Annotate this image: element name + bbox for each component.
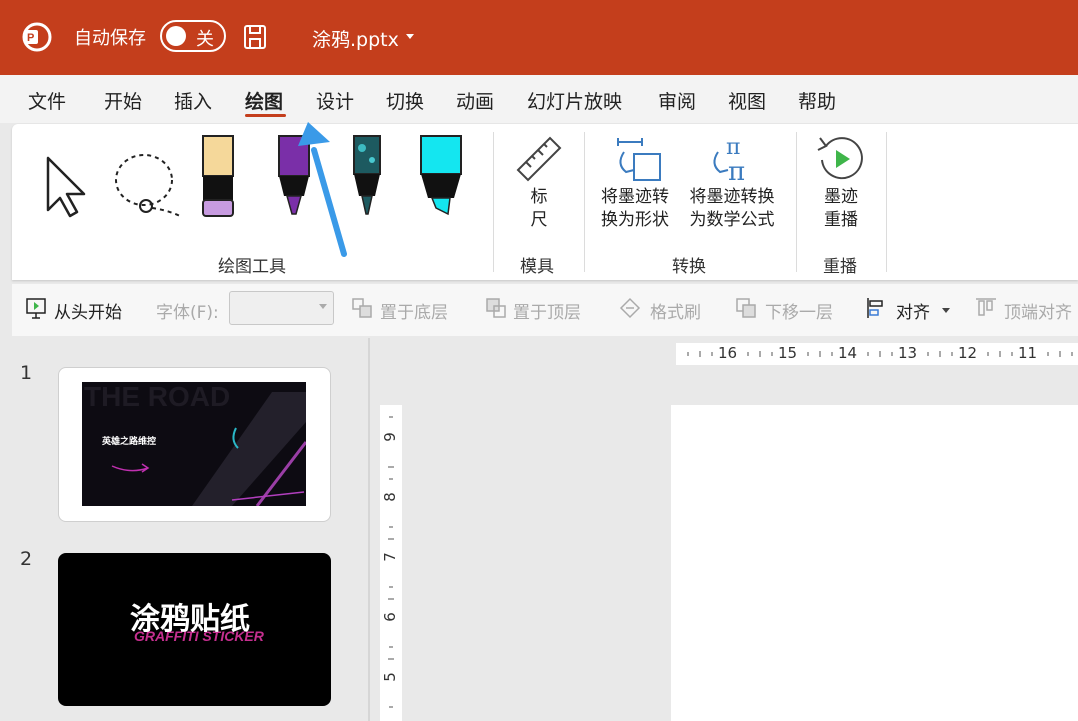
align-top-button[interactable]: 顶端对齐 (1004, 298, 1072, 323)
present-from-start-icon[interactable] (24, 296, 48, 320)
toggle-state-label: 关 (196, 29, 214, 50)
vertical-ruler: 9 8 7 6 5 (380, 405, 402, 721)
align-icon[interactable] (864, 296, 888, 320)
align-button[interactable]: 对齐 (896, 298, 930, 323)
send-to-back-button[interactable]: 置于底层 (380, 298, 448, 323)
format-painter-icon[interactable] (618, 296, 642, 320)
powerpoint-app-icon: P (22, 22, 52, 52)
slide-number: 2 (20, 548, 33, 570)
ink-replay-label[interactable]: 墨迹 重播 (818, 186, 864, 232)
slide-2-preview: GRAFFITI STICKER 涂鸦贴纸 (130, 602, 265, 644)
ruler-number: 16 (718, 344, 738, 362)
send-backward-icon[interactable] (734, 296, 758, 320)
autosave-toggle[interactable]: 关 (160, 20, 226, 52)
font-combobox[interactable] (229, 291, 334, 325)
quick-access-toolbar: 从头开始 字体(F): 置于底层 置于顶层 格式刷 下移一层 对齐 顶端对齐 (12, 284, 1078, 336)
toggle-knob (166, 26, 186, 46)
ruler-icon[interactable] (514, 134, 564, 184)
bring-to-front-icon[interactable] (484, 296, 508, 320)
ribbon-tab-bar: 文件 开始 插入 绘图 设计 切换 动画 幻灯片放映 审阅 视图 帮助 (0, 75, 1078, 123)
group-separator (886, 132, 887, 272)
ruler-number: 15 (778, 344, 798, 362)
tab-help[interactable]: 帮助 (798, 87, 836, 114)
slide-1-preview: THE ROAD 英雄之路维控 (82, 382, 306, 506)
tab-draw[interactable]: 绘图 (245, 87, 283, 114)
document-filename[interactable]: 涂鸦.pptx (312, 25, 399, 52)
draw-ribbon: 绘图工具 标 尺 模具 将墨迹转 换为形状 π π 将墨迹转换 为数学公式 转换… (12, 124, 1078, 280)
lasso-select-icon[interactable] (112, 150, 184, 222)
svg-text:THE ROAD: THE ROAD (84, 382, 230, 412)
group-separator (584, 132, 585, 272)
pen-light-purple-icon[interactable] (200, 134, 236, 218)
group-separator (493, 132, 494, 272)
ruler-number: 12 (958, 344, 978, 362)
highlighter-cyan-icon[interactable] (416, 134, 466, 218)
group-separator (796, 132, 797, 272)
ink-to-shape-icon[interactable] (612, 134, 664, 184)
svg-text:π: π (728, 157, 745, 184)
ruler-number: 5 (380, 672, 399, 682)
horizontal-ruler: 16 15 14 13 12 11 (676, 343, 1078, 365)
title-bar: P 自动保存 关 涂鸦.pptx (0, 0, 1078, 75)
tab-view[interactable]: 视图 (728, 87, 766, 114)
ruler-label[interactable]: 标 尺 (522, 186, 556, 232)
slide-thumbnail-1[interactable]: THE ROAD 英雄之路维控 (58, 367, 331, 522)
ruler-number: 14 (838, 344, 858, 362)
tab-slide-show[interactable]: 幻灯片放映 (527, 87, 622, 114)
align-top-icon[interactable] (974, 296, 998, 320)
svg-text:P: P (27, 32, 34, 44)
tab-insert[interactable]: 插入 (174, 87, 212, 114)
ink-to-math-icon[interactable]: π π (704, 134, 756, 184)
ink-to-math-label[interactable]: 将墨迹转换 为数学公式 (682, 186, 782, 232)
active-tab-indicator (245, 114, 286, 117)
tab-design[interactable]: 设计 (316, 87, 354, 114)
chevron-down-icon[interactable] (942, 308, 950, 313)
chevron-down-icon[interactable] (406, 34, 414, 39)
ruler-number: 7 (380, 552, 399, 562)
tab-review[interactable]: 审阅 (658, 87, 696, 114)
slide-2-title: 涂鸦贴纸 (130, 602, 250, 637)
bring-to-front-button[interactable]: 置于顶层 (513, 298, 581, 323)
tab-animations[interactable]: 动画 (456, 87, 494, 114)
group-label-convert: 转换 (672, 257, 706, 277)
slide-1-title: 英雄之路维控 (101, 435, 156, 447)
tab-home[interactable]: 开始 (104, 87, 142, 114)
slide-canvas[interactable] (671, 405, 1078, 721)
group-label-replay: 重播 (823, 257, 857, 277)
ink-to-shape-label[interactable]: 将墨迹转 换为形状 (594, 186, 676, 232)
present-from-start-button[interactable]: 从头开始 (54, 298, 122, 323)
group-label-stencils: 模具 (520, 257, 554, 277)
format-painter-button[interactable]: 格式刷 (650, 298, 701, 323)
ruler-number: 13 (898, 344, 918, 362)
ruler-number: 11 (1018, 344, 1038, 362)
send-backward-button[interactable]: 下移一层 (765, 298, 833, 323)
slide-thumbnail-2[interactable]: GRAFFITI STICKER 涂鸦贴纸 (58, 553, 331, 706)
ink-replay-icon[interactable] (816, 134, 866, 184)
font-label: 字体(F): (156, 303, 219, 323)
ruler-number: 8 (380, 492, 399, 502)
ruler-number: 6 (380, 612, 399, 622)
tab-transitions[interactable]: 切换 (386, 87, 424, 114)
slide-number: 1 (20, 362, 33, 384)
autosave-label: 自动保存 (74, 28, 146, 49)
group-label-drawing-tools: 绘图工具 (218, 257, 286, 277)
ruler-number: 9 (380, 432, 399, 442)
chevron-down-icon (319, 304, 327, 309)
tab-file[interactable]: 文件 (28, 87, 66, 114)
select-arrow-icon[interactable] (44, 154, 94, 218)
send-to-back-icon[interactable] (350, 296, 374, 320)
annotation-arrow-icon (298, 122, 347, 257)
save-icon[interactable] (243, 24, 267, 50)
